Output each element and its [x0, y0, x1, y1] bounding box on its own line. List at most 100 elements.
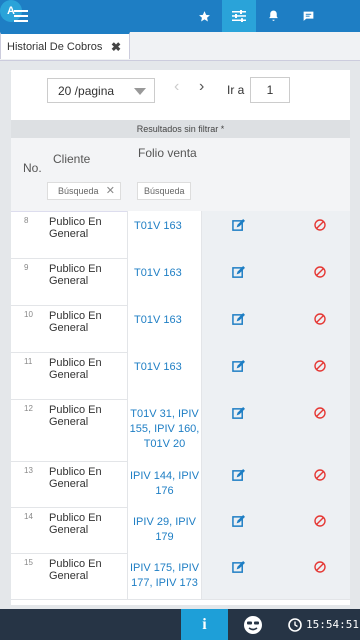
row-actions: [202, 211, 350, 258]
folio-search-placeholder: Búsqueda: [144, 186, 185, 196]
row-number: 12: [24, 404, 33, 413]
tab-strip: Historial De Cobros ✖: [0, 32, 360, 61]
edit-icon[interactable]: [232, 515, 245, 528]
row-folio[interactable]: T01V 31, IPIV 155, IPIV 160, T01V 20: [128, 407, 201, 452]
row-folio-cell: T01V 163: [127, 258, 202, 305]
caret-down-icon: [134, 88, 146, 95]
cancel-icon[interactable]: [314, 561, 326, 573]
row-folio-cell: T01V 163: [127, 305, 202, 352]
row-actions: [202, 399, 350, 461]
row-cliente: Publico En General: [49, 216, 102, 240]
bell-icon: [268, 10, 278, 21]
messages-button[interactable]: [293, 0, 323, 32]
sliders-icon: [232, 10, 246, 22]
tab-label: Historial De Cobros: [7, 40, 103, 53]
table-row: 11 Publico En General T01V 163: [11, 352, 350, 400]
close-icon[interactable]: ✖: [111, 40, 121, 54]
row-cliente: Publico En General: [49, 558, 102, 582]
clock-icon: [288, 618, 302, 632]
table-row: 13 Publico En General IPIV 144, IPIV 176: [11, 461, 350, 508]
row-cliente: Publico En General: [49, 512, 102, 536]
row-actions: [202, 305, 350, 352]
filters-button[interactable]: [222, 0, 256, 32]
clock-time: 15:54:51: [306, 618, 359, 631]
row-folio-cell: T01V 163: [127, 211, 202, 258]
cancel-icon[interactable]: [314, 469, 326, 481]
star-icon: [198, 10, 210, 21]
goto-page-input[interactable]: 1: [250, 77, 290, 103]
header-folio-venta[interactable]: Folio venta: [138, 146, 198, 161]
smiley-icon[interactable]: [243, 615, 263, 635]
goto-label: Ir a: [227, 83, 245, 97]
page-size-value: 20 /pagina: [58, 83, 115, 98]
folio-search-input[interactable]: Búsqueda: [137, 182, 191, 200]
prev-page-button[interactable]: ‹: [174, 78, 179, 96]
row-cliente: Publico En General: [49, 310, 102, 334]
row-folio-cell: IPIV 175, IPIV 177, IPIV 173: [127, 553, 202, 599]
bottom-bar: i 15:54:51: [0, 609, 360, 640]
history-panel: 20 /pagina ‹ › Ir a 1 Resultados sin fil…: [11, 70, 350, 605]
tab-historial-de-cobros[interactable]: Historial De Cobros ✖: [0, 32, 130, 59]
row-cliente: Publico En General: [49, 404, 102, 428]
table-row: 10 Publico En General T01V 163: [11, 305, 350, 353]
cancel-icon[interactable]: [314, 407, 326, 419]
chat-icon: [303, 11, 313, 21]
cliente-search-input[interactable]: Búsqueda ✕: [47, 182, 121, 200]
edit-icon[interactable]: [232, 313, 245, 326]
row-folio-cell: T01V 163: [127, 352, 202, 399]
row-folio[interactable]: T01V 163: [128, 360, 201, 375]
menu-button[interactable]: [6, 0, 36, 32]
edit-icon[interactable]: [232, 219, 245, 232]
favorites-button[interactable]: [190, 0, 218, 32]
row-actions: [202, 461, 350, 507]
row-folio[interactable]: T01V 163: [128, 313, 201, 328]
edit-icon[interactable]: [232, 469, 245, 482]
table-row: 14 Publico En General IPIV 29, IPIV 179: [11, 507, 350, 554]
page-size-select[interactable]: 20 /pagina: [47, 78, 155, 103]
top-bar: A: [0, 0, 360, 32]
header-cliente[interactable]: Cliente: [53, 152, 90, 166]
notifications-button[interactable]: [258, 0, 288, 32]
clear-search-icon[interactable]: ✕: [106, 184, 115, 197]
row-actions: [202, 258, 350, 305]
next-page-button[interactable]: ›: [199, 78, 204, 96]
edit-icon[interactable]: [232, 561, 245, 574]
table-row: 9 Publico En General T01V 163: [11, 258, 350, 306]
table-row: 15 Publico En General IPIV 175, IPIV 177…: [11, 553, 350, 600]
cliente-search-placeholder: Búsqueda: [58, 186, 99, 196]
cancel-icon[interactable]: [314, 266, 326, 278]
row-folio[interactable]: T01V 163: [128, 266, 201, 281]
row-folio-cell: IPIV 29, IPIV 179: [127, 507, 202, 553]
row-number: 11: [24, 357, 33, 366]
info-icon: i: [202, 615, 207, 633]
cancel-icon[interactable]: [314, 313, 326, 325]
row-folio[interactable]: IPIV 144, IPIV 176: [128, 469, 201, 499]
row-number: 14: [24, 512, 33, 521]
cancel-icon[interactable]: [314, 515, 326, 527]
table-row: 12 Publico En General T01V 31, IPIV 155,…: [11, 399, 350, 462]
hamburger-icon: [14, 10, 28, 22]
row-actions: [202, 507, 350, 553]
edit-icon[interactable]: [232, 407, 245, 420]
table-header: No. Cliente Folio venta Búsqueda ✕ Búsqu…: [11, 138, 350, 212]
row-folio[interactable]: IPIV 29, IPIV 179: [128, 515, 201, 545]
row-cliente: Publico En General: [49, 466, 102, 490]
row-folio[interactable]: T01V 163: [128, 219, 201, 234]
row-actions: [202, 352, 350, 399]
row-number: 13: [24, 466, 33, 475]
info-button[interactable]: i: [181, 609, 228, 640]
row-number: 8: [24, 216, 29, 225]
cancel-icon[interactable]: [314, 219, 326, 231]
row-actions: [202, 553, 350, 599]
row-cliente: Publico En General: [49, 357, 102, 381]
edit-icon[interactable]: [232, 266, 245, 279]
row-number: 15: [24, 558, 33, 567]
cancel-icon[interactable]: [314, 360, 326, 372]
row-folio[interactable]: IPIV 175, IPIV 177, IPIV 173: [128, 561, 201, 591]
row-number: 9: [24, 263, 29, 272]
pagination: 20 /pagina ‹ › Ir a 1: [11, 70, 350, 120]
edit-icon[interactable]: [232, 360, 245, 373]
row-number: 10: [24, 310, 33, 319]
header-no: No.: [23, 161, 42, 175]
row-cliente: Publico En General: [49, 263, 102, 287]
